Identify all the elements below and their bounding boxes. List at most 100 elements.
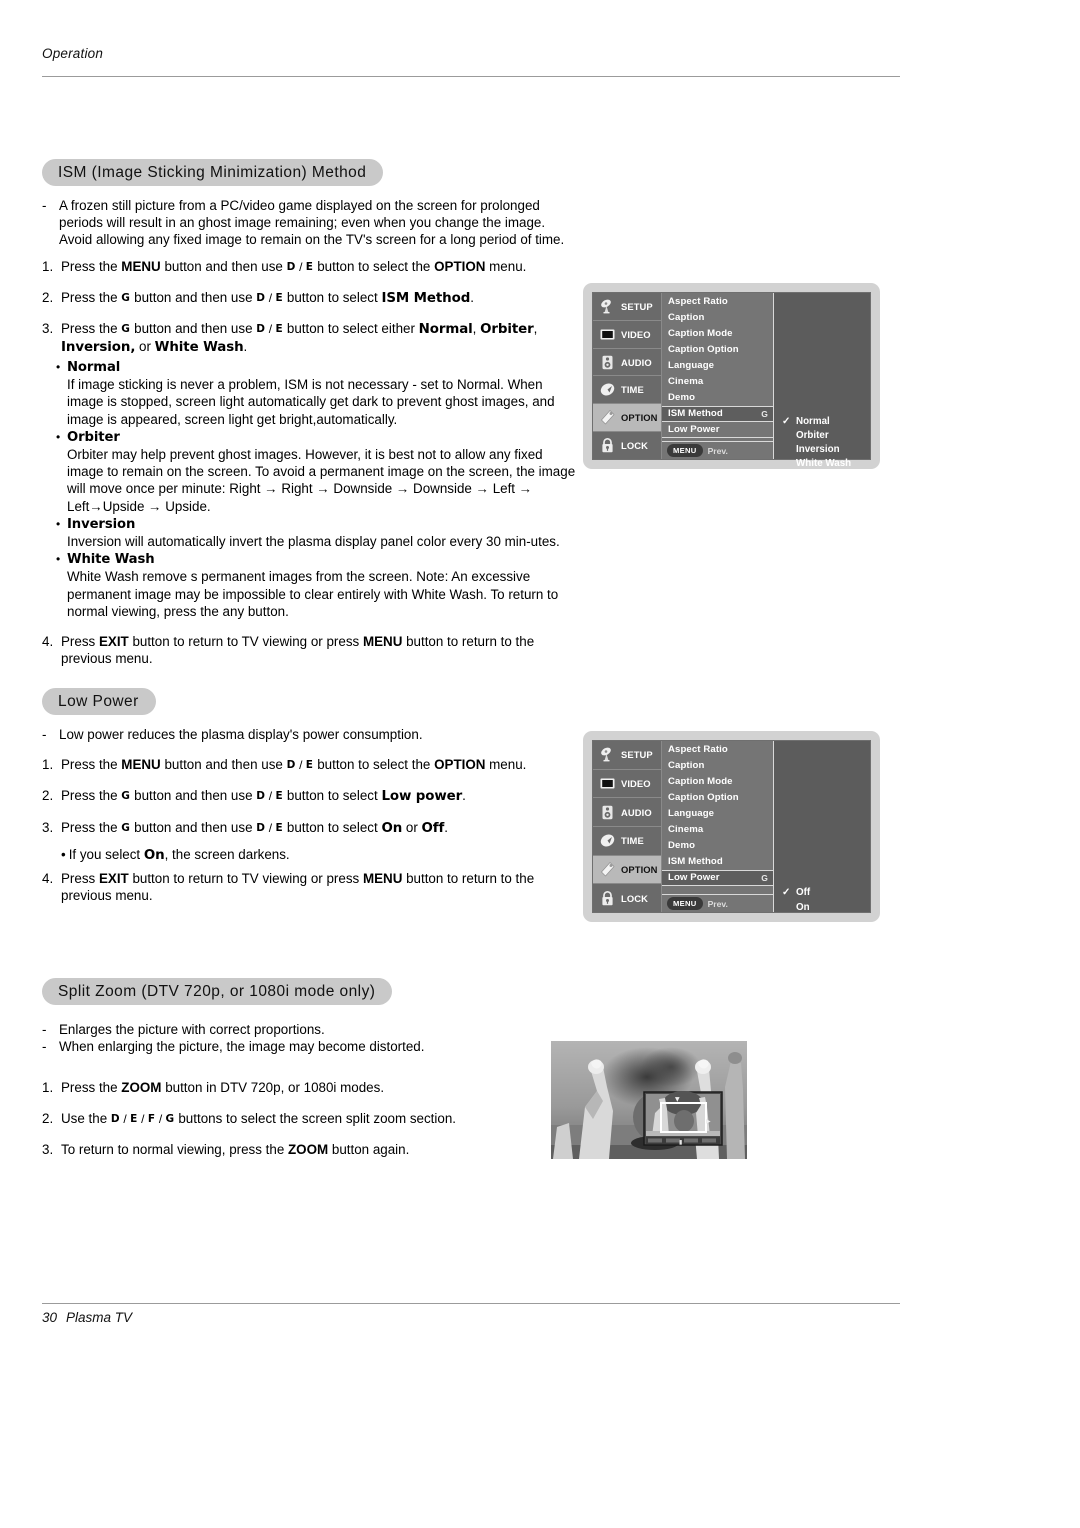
osd-option-panel: ✓ Off On	[774, 741, 870, 913]
menu-item[interactable]: Cinema	[662, 373, 773, 389]
split-zoom-example-photo: ▼ ▶ ▮	[551, 1041, 747, 1159]
ism-bullet-white-wash: • White Wash White Wash remove s permanen…	[56, 552, 559, 619]
low-power-note: • If you select On, the screen darkens.	[61, 846, 290, 863]
ism-bullets: • Normal If image sticking is never a pro…	[56, 358, 576, 620]
dash-marker: -	[42, 727, 47, 742]
low-power-body-text: - Low power reduces the plasma display's…	[42, 726, 582, 904]
footer-rule	[42, 1303, 900, 1304]
ism-bullet-orbiter: • Orbiter Orbiter may help prevent ghost …	[56, 429, 576, 514]
menu-item[interactable]: Cinema	[662, 821, 773, 837]
ism-bullet-normal: • Normal If image sticking is never a pro…	[56, 360, 555, 427]
check-icon: ✓	[782, 887, 791, 898]
dash-marker: -	[42, 198, 47, 213]
running-head: Operation	[42, 46, 104, 61]
section-heading-ism: ISM (Image Sticking Minimization) Method	[42, 159, 384, 186]
menu-item[interactable]: Caption	[662, 757, 773, 773]
sidebar-label: SETUP	[621, 300, 653, 312]
bullet-dot: •	[61, 846, 66, 862]
sidebar-label: VIDEO	[621, 778, 651, 789]
menu-item[interactable]: Caption Mode	[662, 773, 773, 789]
menu-item[interactable]: ISM Method	[662, 854, 773, 870]
split-zoom-step-3: 3. To return to normal viewing, press th…	[42, 1141, 410, 1157]
sidebar-label: VIDEO	[621, 328, 651, 340]
osd-menu-list: Aspect Ratio Caption Caption Mode Captio…	[662, 293, 774, 459]
clock-icon	[599, 832, 616, 849]
bullet-dot: •	[56, 360, 61, 374]
menu-item[interactable]: Caption Option	[662, 341, 773, 357]
low-power-intro-dash: - Low power reduces the plasma display's…	[42, 727, 423, 742]
ism-step-4: 4. Press EXIT button to return to TV vie…	[42, 634, 535, 667]
sidebar-item-video[interactable]: VIDEO	[593, 770, 661, 799]
sidebar-item-video[interactable]: VIDEO	[593, 321, 661, 349]
tv-screen-icon	[599, 775, 616, 792]
svg-text:▼: ▼	[675, 1096, 680, 1103]
dash-marker: -	[42, 1039, 47, 1055]
sidebar-label: OPTION	[621, 412, 658, 424]
sidebar-item-lock[interactable]: LOCK	[593, 432, 661, 459]
low-power-step-3: 3. Press the G button and then use D / E…	[42, 819, 448, 836]
sidebar-label: SETUP	[621, 749, 653, 761]
option-normal[interactable]: ✓ Normal	[782, 416, 830, 427]
sidebar-item-lock[interactable]: LOCK	[593, 884, 661, 912]
manual-page: Operation ISM (Image Sticking Minimizati…	[0, 0, 1080, 1528]
satellite-dish-icon	[599, 298, 616, 315]
menu-item[interactable]: Language	[662, 805, 773, 821]
arrow-down-key: D	[286, 260, 296, 273]
option-on[interactable]: On	[782, 902, 810, 913]
sidebar-item-time[interactable]: TIME	[593, 376, 661, 405]
satellite-dish-icon	[599, 746, 616, 763]
ism-step-1: 1. Press the MENU button and then use D …	[42, 258, 527, 274]
sidebar-item-setup[interactable]: SETUP	[593, 741, 661, 770]
menu-item[interactable]: Language	[662, 357, 773, 373]
menu-button-pill[interactable]: MENU	[667, 897, 703, 910]
option-orbiter[interactable]: Orbiter	[782, 430, 829, 441]
menu-item[interactable]: Demo	[662, 390, 773, 406]
menu-item-ism-method[interactable]: ISM Method G	[662, 405, 773, 422]
ism-bullet-inversion: • Inversion Inversion will automatically …	[56, 516, 560, 550]
sidebar-item-option[interactable]: OPTION	[593, 404, 661, 433]
ism-intro-dash: - A frozen still picture from a PC/video…	[42, 198, 565, 248]
option-white-wash[interactable]: White Wash	[782, 458, 851, 469]
tv-screen-icon	[599, 326, 616, 343]
menu-item[interactable]: Aspect Ratio	[662, 741, 773, 757]
page-footer: 30 Plasma TV	[42, 1310, 132, 1325]
menu-item[interactable]: Low Power	[662, 422, 773, 438]
low-power-step-1: 1. Press the MENU button and then use D …	[42, 757, 527, 773]
bullet-dot: •	[56, 516, 61, 531]
page-number: 30	[42, 1310, 58, 1325]
sidebar-item-time[interactable]: TIME	[593, 827, 661, 856]
tag-icon	[599, 861, 616, 878]
section-heading-low-power: Low Power	[42, 688, 156, 715]
sidebar-item-audio[interactable]: AUDIO	[593, 798, 661, 828]
sidebar-item-audio[interactable]: AUDIO	[593, 349, 661, 377]
sidebar-label: OPTION	[621, 864, 658, 876]
arrow-right-key: G	[165, 1112, 175, 1125]
menu-item[interactable]: Caption Option	[662, 789, 773, 805]
svg-text:▮: ▮	[679, 1139, 682, 1146]
menu-item-low-power[interactable]: Low Power G	[662, 869, 773, 886]
option-off[interactable]: ✓ Off	[782, 887, 810, 898]
menu-item[interactable]: Aspect Ratio	[662, 293, 773, 309]
menu-item[interactable]: Caption	[662, 309, 773, 325]
sidebar-item-setup[interactable]: SETUP	[593, 293, 661, 321]
sidebar-item-option[interactable]: OPTION	[593, 855, 661, 885]
menu-prev-label: Prev.	[707, 898, 728, 909]
ism-step-2: 2. Press the G button and then use D / E…	[42, 289, 474, 306]
osd-option-panel: ✓ Normal Orbiter Inversion White Wash	[774, 293, 870, 469]
split-zoom-dash-2: - When enlarging the picture, the image …	[42, 1039, 425, 1055]
menu-item[interactable]: Caption Mode	[662, 325, 773, 341]
menu-button-pill[interactable]: MENU	[667, 444, 703, 457]
bullet-dot: •	[56, 429, 61, 444]
ism-step-3: 3. Press the G button and then use D / E…	[42, 321, 538, 356]
padlock-icon	[599, 890, 616, 907]
menu-item[interactable]: Demo	[662, 838, 773, 854]
low-power-step-4: 4. Press EXIT button to return to TV vie…	[42, 871, 535, 904]
padlock-icon	[599, 437, 616, 454]
arrow-right-icon: G	[761, 408, 768, 419]
dash-marker: -	[42, 1022, 47, 1037]
arrow-right-icon: G	[761, 872, 768, 883]
speaker-icon	[599, 354, 616, 371]
check-icon: ✓	[782, 416, 791, 427]
option-inversion[interactable]: Inversion	[782, 444, 840, 455]
svg-text:▶: ▶	[706, 1118, 711, 1125]
